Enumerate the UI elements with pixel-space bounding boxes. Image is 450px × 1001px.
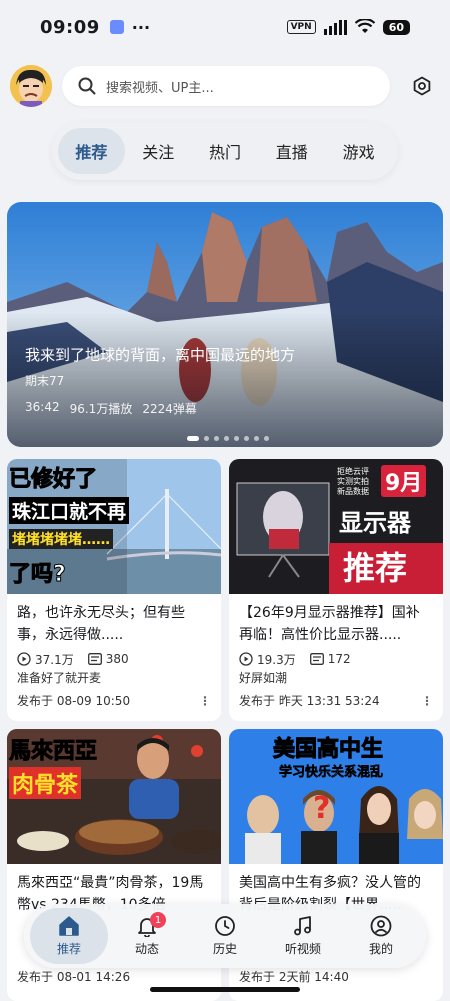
tab-follow[interactable]: 关注 xyxy=(125,128,192,174)
thumb-caption: 馬來西亞 xyxy=(8,739,98,765)
tab-hot[interactable]: 热门 xyxy=(192,128,259,174)
danmaku-count: 172 xyxy=(327,652,351,666)
thumb-caption: 已修好了 xyxy=(8,467,98,493)
carousel-dot[interactable] xyxy=(187,436,199,441)
thumb-caption: 实测实拍 xyxy=(337,477,369,486)
danmaku-icon xyxy=(87,653,102,665)
app-notification-icon xyxy=(109,20,124,34)
music-note-icon xyxy=(294,916,311,936)
nav-label: 动态 xyxy=(134,942,159,956)
gear-icon xyxy=(413,76,431,96)
uploader-name[interactable]: 准备好了就开麦 xyxy=(7,668,221,688)
thumb-caption: 堵堵堵堵堵…… xyxy=(9,529,113,549)
uploader-name[interactable]: 好屏如潮 xyxy=(229,668,443,688)
banner-danmaku: 2224弹幕 xyxy=(142,402,197,416)
battery-icon: 60 xyxy=(382,19,410,35)
publish-row: 发布于 昨天 13:31 53:24 ⋮ xyxy=(229,688,443,714)
nav-label: 我的 xyxy=(368,942,393,956)
thumb-caption: 拒绝云评 xyxy=(337,467,369,476)
thumb-caption: 新品数据 xyxy=(337,487,369,496)
tab-recommend[interactable]: 推荐 xyxy=(58,128,125,174)
clock-icon xyxy=(215,916,235,936)
carousel-dot[interactable] xyxy=(204,436,209,441)
publish-time: 发布于 2天前 14:40 xyxy=(239,970,349,984)
carousel-dot[interactable] xyxy=(264,436,269,441)
status-bar: 09:09 ··· VPN 60 xyxy=(0,0,450,54)
video-title: 路，也许永无尽头；但有些事，永远得做..... xyxy=(17,605,185,643)
video-card[interactable]: 已修好了 珠江口就不再 堵堵堵堵堵…… 了吗? 路，也许永无尽头；但有些事，永远… xyxy=(7,459,221,721)
more-options-icon[interactable]: ⋮ xyxy=(421,688,433,714)
thumb-caption: 显示器 xyxy=(339,509,411,537)
nav-history[interactable]: 历史 xyxy=(186,908,264,964)
view-count: 37.1万 xyxy=(35,652,74,667)
home-icon xyxy=(59,916,79,936)
banner-meta: 36:42 96.1万播放 2224弹幕 xyxy=(25,400,197,417)
thumb-caption: 美国高中生 xyxy=(272,737,384,763)
nav-label: 推荐 xyxy=(56,942,81,956)
banner-duration: 36:42 xyxy=(25,400,60,414)
video-stats: 37.1万 380 xyxy=(7,646,221,668)
wifi-icon xyxy=(354,19,375,33)
search-icon xyxy=(78,77,96,95)
video-card[interactable]: 拒绝云评 实测实拍 新品数据 9月 显示器 推荐 【26年9月显示器推荐】国补再… xyxy=(229,459,443,721)
danmaku-icon xyxy=(309,653,324,665)
user-avatar[interactable] xyxy=(10,65,52,107)
category-tabs: 推荐 关注 热门 直播 游戏 xyxy=(52,122,398,180)
thumb-caption: 珠江口就不再 xyxy=(9,497,130,524)
question-mark-icon: ? xyxy=(313,791,331,826)
vpn-badge: VPN xyxy=(286,20,316,34)
user-icon xyxy=(370,915,392,937)
carousel-indicator xyxy=(187,436,269,441)
video-thumbnail: 美国高中生 学习快乐关系混乱 ? xyxy=(229,729,443,864)
carousel-dot[interactable] xyxy=(234,436,239,441)
publish-time: 发布于 昨天 13:31 53:24 xyxy=(239,694,380,708)
view-count: 19.3万 xyxy=(257,652,296,667)
more-options-icon[interactable]: ⋮ xyxy=(199,688,211,714)
banner-title: 我来到了地球的背面，离中国最远的地方 xyxy=(25,346,296,364)
more-notifications-icon: ··· xyxy=(131,17,151,37)
settings-button[interactable] xyxy=(404,68,440,104)
tab-games[interactable]: 游戏 xyxy=(325,128,392,174)
thumb-caption: 肉骨茶 xyxy=(9,767,82,799)
video-thumbnail: 已修好了 珠江口就不再 堵堵堵堵堵…… 了吗? xyxy=(7,459,221,594)
video-thumbnail: 拒绝云评 实测实拍 新品数据 9月 显示器 推荐 xyxy=(229,459,443,594)
nav-profile[interactable]: 我的 xyxy=(342,908,420,964)
publish-row: 发布于 08-09 10:50 ⋮ xyxy=(7,688,221,714)
search-placeholder: 搜索视频、UP主... xyxy=(106,80,214,96)
danmaku-count: 380 xyxy=(105,652,129,666)
nav-dynamics[interactable]: 1 动态 xyxy=(108,908,186,964)
play-count-icon xyxy=(239,652,253,666)
play-count-icon xyxy=(17,652,31,666)
video-stats: 19.3万 172 xyxy=(229,646,443,668)
nav-label: 历史 xyxy=(212,942,237,956)
video-title: 【26年9月显示器推荐】国补再临！高性价比显示器..... xyxy=(239,605,420,643)
home-indicator[interactable] xyxy=(150,987,300,992)
carousel-dot[interactable] xyxy=(224,436,229,441)
bottom-navigation: 推荐 1 动态 历史 听视频 我的 xyxy=(24,904,426,968)
carousel-dot[interactable] xyxy=(244,436,249,441)
nav-label: 听视频 xyxy=(284,942,321,956)
carousel-dot[interactable] xyxy=(254,436,259,441)
thumb-caption: 学习快乐关系混乱 xyxy=(279,765,384,781)
banner-views: 96.1万播放 xyxy=(69,402,133,416)
featured-banner[interactable]: 我来到了地球的背面，离中国最远的地方 期末77 36:42 96.1万播放 22… xyxy=(7,202,443,447)
notification-badge: 1 xyxy=(150,912,166,928)
thumb-caption: 了吗? xyxy=(9,562,67,588)
carousel-dot[interactable] xyxy=(214,436,219,441)
status-time: 09:09 xyxy=(40,16,100,38)
nav-recommend[interactable]: 推荐 xyxy=(30,908,108,964)
publish-time: 发布于 08-09 10:50 xyxy=(17,694,131,708)
signal-icon xyxy=(323,19,347,35)
tab-live[interactable]: 直播 xyxy=(258,128,325,174)
publish-time: 发布于 08-01 14:26 xyxy=(17,970,131,984)
video-thumbnail: 馬來西亞 肉骨茶 xyxy=(7,729,221,864)
thumb-caption: 推荐 xyxy=(343,549,408,587)
nav-listen[interactable]: 听视频 xyxy=(264,908,342,964)
top-header: 搜索视频、UP主... xyxy=(10,62,440,110)
banner-author: 期末77 xyxy=(25,374,65,388)
search-bar[interactable]: 搜索视频、UP主... xyxy=(62,66,390,106)
thumb-caption: 9月 xyxy=(381,465,427,497)
